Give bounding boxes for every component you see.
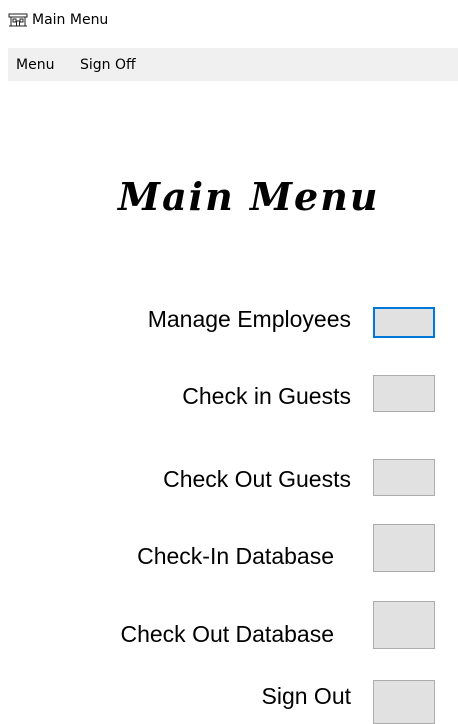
page-title: Main Menu <box>118 174 380 219</box>
check-in-guests-label: Check in Guests <box>182 383 351 409</box>
title-bar: Main Menu <box>0 0 458 38</box>
manage-employees-label: Manage Employees <box>147 306 351 332</box>
check-in-database-label: Check-In Database <box>137 543 334 569</box>
hotel-icon <box>8 13 28 27</box>
menu-item-menu[interactable]: Menu <box>16 57 54 73</box>
check-out-guests-label: Check Out Guests <box>163 466 351 492</box>
sign-out-button[interactable] <box>373 680 435 724</box>
check-in-database-button[interactable] <box>373 524 435 572</box>
check-out-database-label: Check Out Database <box>120 621 334 647</box>
menu-bar: Menu Sign Off <box>8 48 458 81</box>
check-out-database-button[interactable] <box>373 601 435 649</box>
check-in-guests-button[interactable] <box>373 375 435 412</box>
sign-out-label: Sign Out <box>261 683 352 709</box>
manage-employees-button[interactable] <box>373 307 435 338</box>
menu-item-sign-off[interactable]: Sign Off <box>80 57 136 73</box>
window-title: Main Menu <box>32 12 109 28</box>
check-out-guests-button[interactable] <box>373 459 435 496</box>
